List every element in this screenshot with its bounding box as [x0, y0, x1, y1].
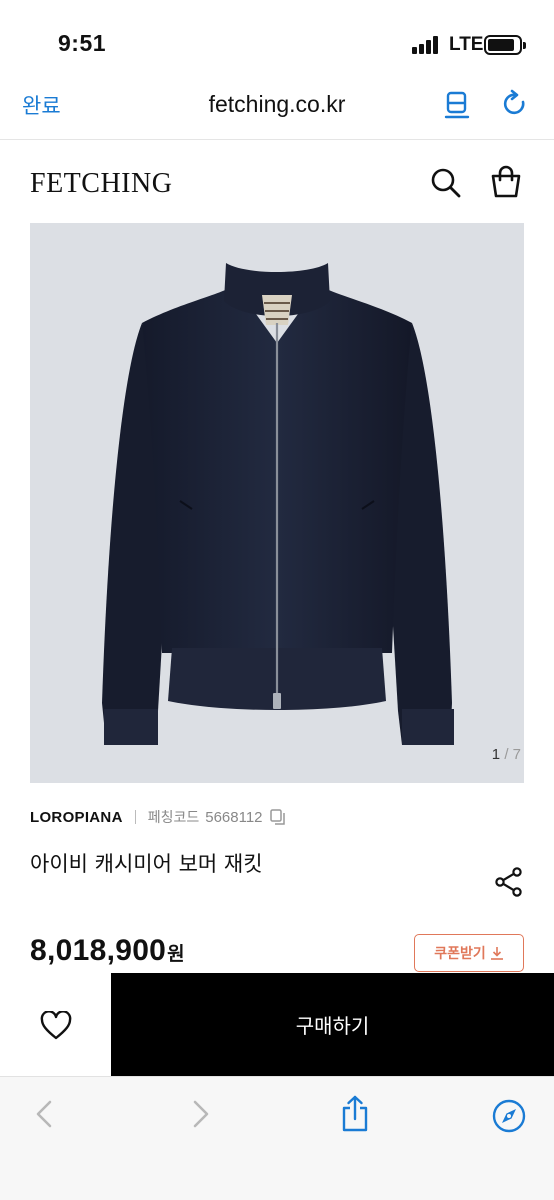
brand-row: LOROPIANA 페칭코드 5668112 — [30, 806, 287, 828]
browser-toolbar — [0, 1076, 554, 1200]
browser-address-bar: 완료 fetching.co.kr — [0, 70, 554, 140]
share-icon[interactable] — [339, 1095, 371, 1133]
compass-icon[interactable] — [492, 1099, 526, 1133]
product-name: 아이비 캐시미어 보머 재킷 — [30, 852, 263, 876]
back-icon[interactable] — [32, 1099, 56, 1129]
brand-name[interactable]: LOROPIANA — [30, 809, 123, 826]
wishlist-button[interactable] — [0, 973, 111, 1076]
shopping-bag-icon[interactable] — [490, 165, 522, 199]
price: 8,018,900 원 — [30, 934, 185, 968]
network-type: LTE — [449, 34, 484, 55]
buy-bar: 구매하기 — [0, 973, 554, 1076]
divider — [134, 810, 136, 824]
battery-icon — [484, 35, 526, 55]
image-counter-total: 7 — [512, 746, 521, 763]
search-icon[interactable] — [430, 167, 462, 199]
site-logo[interactable]: FETCHING — [30, 168, 172, 200]
product-image[interactable]: 1 / 7 — [30, 223, 524, 783]
url-field[interactable]: fetching.co.kr — [0, 91, 554, 118]
status-bar: 9:51 LTE — [0, 0, 554, 70]
status-time: 9:51 — [58, 30, 107, 56]
download-icon — [490, 947, 503, 960]
price-value: 8,018,900 — [30, 934, 167, 967]
image-counter-current: 1 — [491, 746, 501, 763]
jacket-photo — [102, 263, 454, 745]
image-counter: 1 / 7 — [492, 746, 521, 763]
signal-strength-icon — [412, 36, 442, 54]
product-code-label: 페칭코드 — [147, 810, 200, 826]
heart-icon — [40, 1011, 72, 1040]
copy-icon[interactable] — [269, 808, 287, 826]
coupon-label: 쿠폰받기 — [434, 946, 486, 962]
reader-list-icon[interactable] — [444, 90, 470, 120]
image-counter-separator: / — [504, 746, 509, 763]
site-header: FETCHING — [0, 141, 554, 223]
product-code-value: 5668112 — [205, 808, 263, 826]
forward-icon[interactable] — [189, 1099, 213, 1129]
reload-icon[interactable] — [500, 89, 530, 119]
buy-button[interactable]: 구매하기 — [111, 973, 554, 1076]
share-icon[interactable] — [494, 866, 524, 898]
price-unit: 원 — [167, 943, 185, 965]
coupon-button[interactable]: 쿠폰받기 — [414, 934, 524, 972]
